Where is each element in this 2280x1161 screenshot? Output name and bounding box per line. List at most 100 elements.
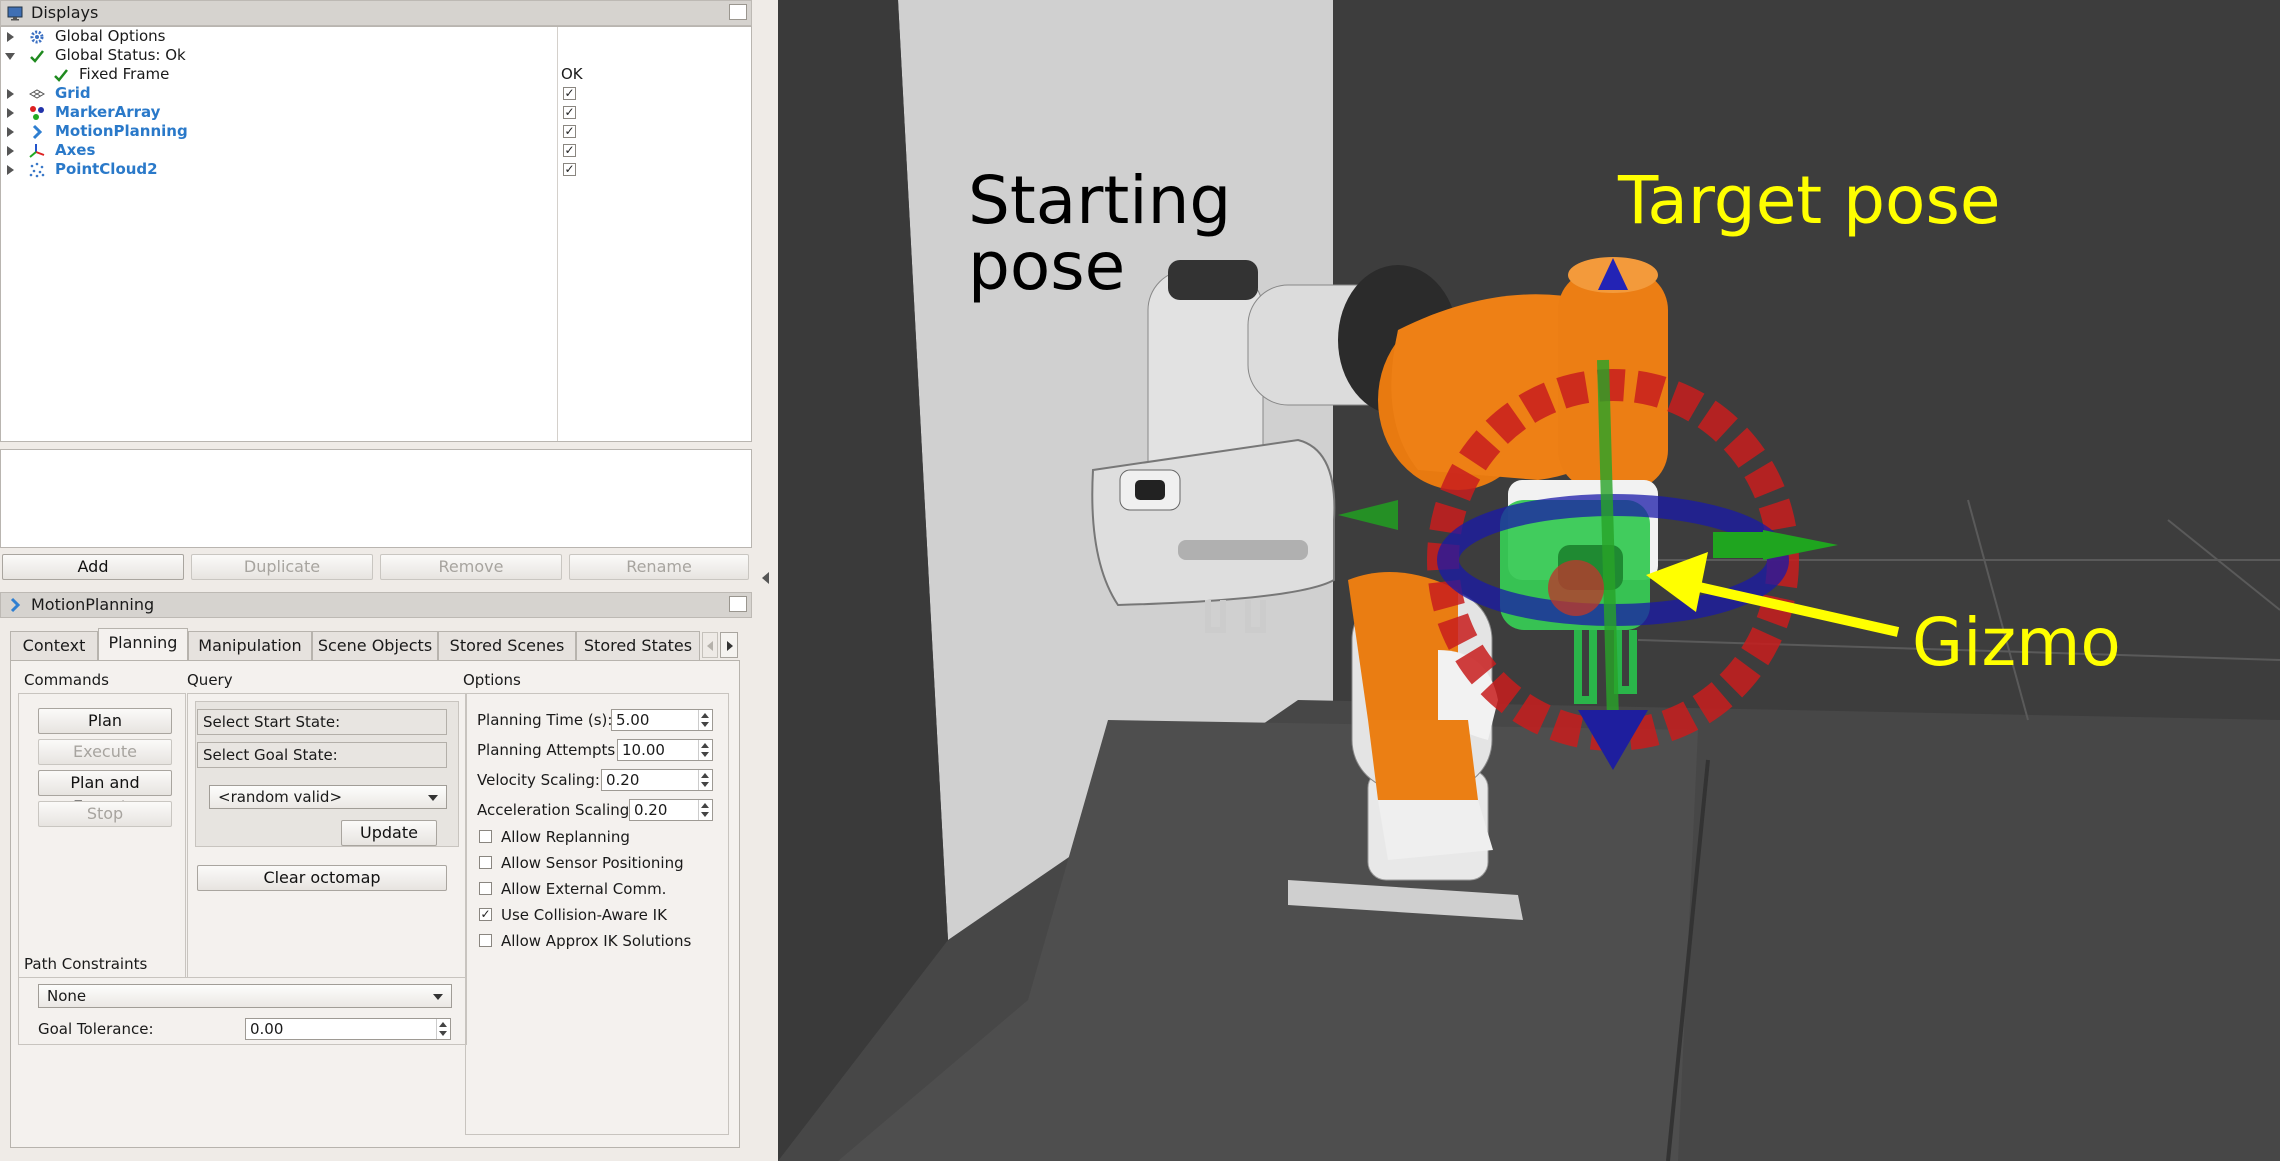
plan-and-execute-button[interactable]: Plan and Execute xyxy=(38,770,172,816)
tab-manipulation[interactable]: Manipulation xyxy=(188,631,312,661)
tree-label: Global Status: Ok xyxy=(55,46,186,64)
checkmark-icon xyxy=(30,50,44,63)
goal-state-value: <random valid> xyxy=(218,788,343,806)
tree-label: Grid xyxy=(55,84,91,102)
spin-arrows-icon[interactable] xyxy=(436,1019,450,1039)
planning-time-spinbox[interactable]: 5.00 xyxy=(611,709,713,731)
checkbox-box[interactable] xyxy=(479,882,492,895)
options-label: Options xyxy=(463,671,521,689)
collapse-arrow-icon[interactable] xyxy=(5,53,15,60)
tree-row-markerarray[interactable]: MarkerArray ✓ xyxy=(1,103,751,122)
starting-pose-line1: Starting xyxy=(968,162,1232,239)
spin-arrows-icon[interactable] xyxy=(698,740,712,760)
clear-octomap-button[interactable]: Clear octomap xyxy=(197,865,447,891)
float-button[interactable] xyxy=(729,596,747,612)
checkbox-label: Allow Sensor Positioning xyxy=(501,854,684,872)
tab-scroll-right-button[interactable] xyxy=(720,632,738,658)
goal-tolerance-spinbox[interactable]: 0.00 xyxy=(245,1018,451,1040)
collapse-panel-handle[interactable] xyxy=(762,572,769,584)
tree-row-global-options[interactable]: Global Options xyxy=(1,27,751,46)
spin-arrows-icon[interactable] xyxy=(698,710,712,730)
acceleration-scaling-label: Acceleration Scaling: xyxy=(477,801,635,819)
spin-arrows-icon[interactable] xyxy=(698,800,712,820)
checkbox-box[interactable] xyxy=(479,856,492,869)
select-goal-state-toggle[interactable]: Select Goal State: xyxy=(197,742,447,768)
expand-arrow-icon[interactable] xyxy=(7,146,14,156)
rename-button[interactable]: Rename xyxy=(569,554,749,580)
execute-button[interactable]: Execute xyxy=(38,739,172,765)
tree-row-pointcloud2[interactable]: PointCloud2 ✓ xyxy=(1,160,751,179)
checkbox-box[interactable] xyxy=(479,934,492,947)
tab-scroll-left-button[interactable] xyxy=(702,632,718,658)
tree-label: Global Options xyxy=(55,27,166,45)
tab-stored-scenes[interactable]: Stored Scenes xyxy=(438,631,576,661)
tree-row-axes[interactable]: Axes ✓ xyxy=(1,141,751,160)
goal-state-select[interactable]: <random valid> xyxy=(209,785,447,809)
tree-row-fixed-frame[interactable]: Fixed Frame OK xyxy=(1,65,751,84)
plan-button[interactable]: Plan xyxy=(38,708,172,734)
marker-array-icon xyxy=(30,106,44,120)
chevron-right-icon xyxy=(727,641,733,651)
select-start-state-toggle[interactable]: Select Start State: xyxy=(197,709,447,735)
tab-stored-states[interactable]: Stored States xyxy=(576,631,700,661)
update-button[interactable]: Update xyxy=(341,820,437,846)
commands-label: Commands xyxy=(24,671,109,689)
planning-attempts-label: Planning Attempts: xyxy=(477,741,621,759)
tree-row-grid[interactable]: Grid ✓ xyxy=(1,84,751,103)
planning-time-label: Planning Time (s): xyxy=(477,711,613,729)
planning-attempts-value: 10.00 xyxy=(622,741,665,759)
displays-title: Displays xyxy=(31,3,99,22)
tree-row-global-status[interactable]: Global Status: Ok xyxy=(1,46,751,65)
tab-planning[interactable]: Planning xyxy=(98,628,188,662)
enable-checkbox[interactable]: ✓ xyxy=(563,144,576,157)
tab-scene-objects[interactable]: Scene Objects xyxy=(312,631,438,661)
status-value: OK xyxy=(561,65,583,83)
add-button[interactable]: Add xyxy=(2,554,184,580)
planning-attempts-spinbox[interactable]: 10.00 xyxy=(617,739,713,761)
planning-tab-pane: Commands Plan Execute Plan and Execute S… xyxy=(10,660,740,1148)
checkbox-box[interactable] xyxy=(479,830,492,843)
enable-checkbox[interactable]: ✓ xyxy=(563,87,576,100)
axes-icon xyxy=(29,144,45,158)
checkbox-label: Allow Approx IK Solutions xyxy=(501,932,692,950)
motion-planning-titlebar: MotionPlanning xyxy=(0,592,752,618)
stop-button[interactable]: Stop xyxy=(38,801,172,827)
select-goal-state-label: Select Goal State: xyxy=(203,746,338,764)
tree-label: MarkerArray xyxy=(55,103,161,121)
motion-planning-icon xyxy=(32,124,43,140)
chevron-left-icon xyxy=(707,641,713,651)
acceleration-scaling-spinbox[interactable]: 0.20 xyxy=(629,799,713,821)
query-label: Query xyxy=(187,671,233,689)
velocity-scaling-spinbox[interactable]: 0.20 xyxy=(601,769,713,791)
enable-checkbox[interactable]: ✓ xyxy=(563,163,576,176)
displays-titlebar: Displays xyxy=(0,0,752,26)
path-constraints-label: Path Constraints xyxy=(24,955,148,973)
checkbox-label: Use Collision-Aware IK xyxy=(501,906,667,924)
planning-time-value: 5.00 xyxy=(616,711,650,729)
checkbox-box-checked[interactable]: ✓ xyxy=(479,908,492,921)
float-button[interactable] xyxy=(729,4,747,20)
expand-arrow-icon[interactable] xyxy=(7,89,14,99)
spin-arrows-icon[interactable] xyxy=(698,770,712,790)
checkmark-icon xyxy=(54,69,68,82)
tree-label: Fixed Frame xyxy=(79,65,170,83)
expand-arrow-icon[interactable] xyxy=(7,108,14,118)
grid-icon xyxy=(29,89,45,99)
expand-arrow-icon[interactable] xyxy=(7,32,14,42)
enable-checkbox[interactable]: ✓ xyxy=(563,106,576,119)
tree-row-motionplanning[interactable]: MotionPlanning ✓ xyxy=(1,122,751,141)
point-cloud-icon xyxy=(29,162,45,178)
chevron-down-icon xyxy=(433,994,443,1000)
tree-label: MotionPlanning xyxy=(55,122,188,140)
monitor-icon xyxy=(7,6,23,21)
duplicate-button[interactable]: Duplicate xyxy=(191,554,373,580)
gizmo-center xyxy=(1548,560,1604,616)
gizmo-annotation: Gizmo xyxy=(1912,604,2121,681)
expand-arrow-icon[interactable] xyxy=(7,165,14,175)
tab-context[interactable]: Context xyxy=(10,631,98,661)
enable-checkbox[interactable]: ✓ xyxy=(563,125,576,138)
3d-viewport[interactable]: Starting pose Target pose Gizmo xyxy=(778,0,2280,1161)
remove-button[interactable]: Remove xyxy=(380,554,562,580)
expand-arrow-icon[interactable] xyxy=(7,127,14,137)
path-constraints-select[interactable]: None xyxy=(38,984,452,1008)
